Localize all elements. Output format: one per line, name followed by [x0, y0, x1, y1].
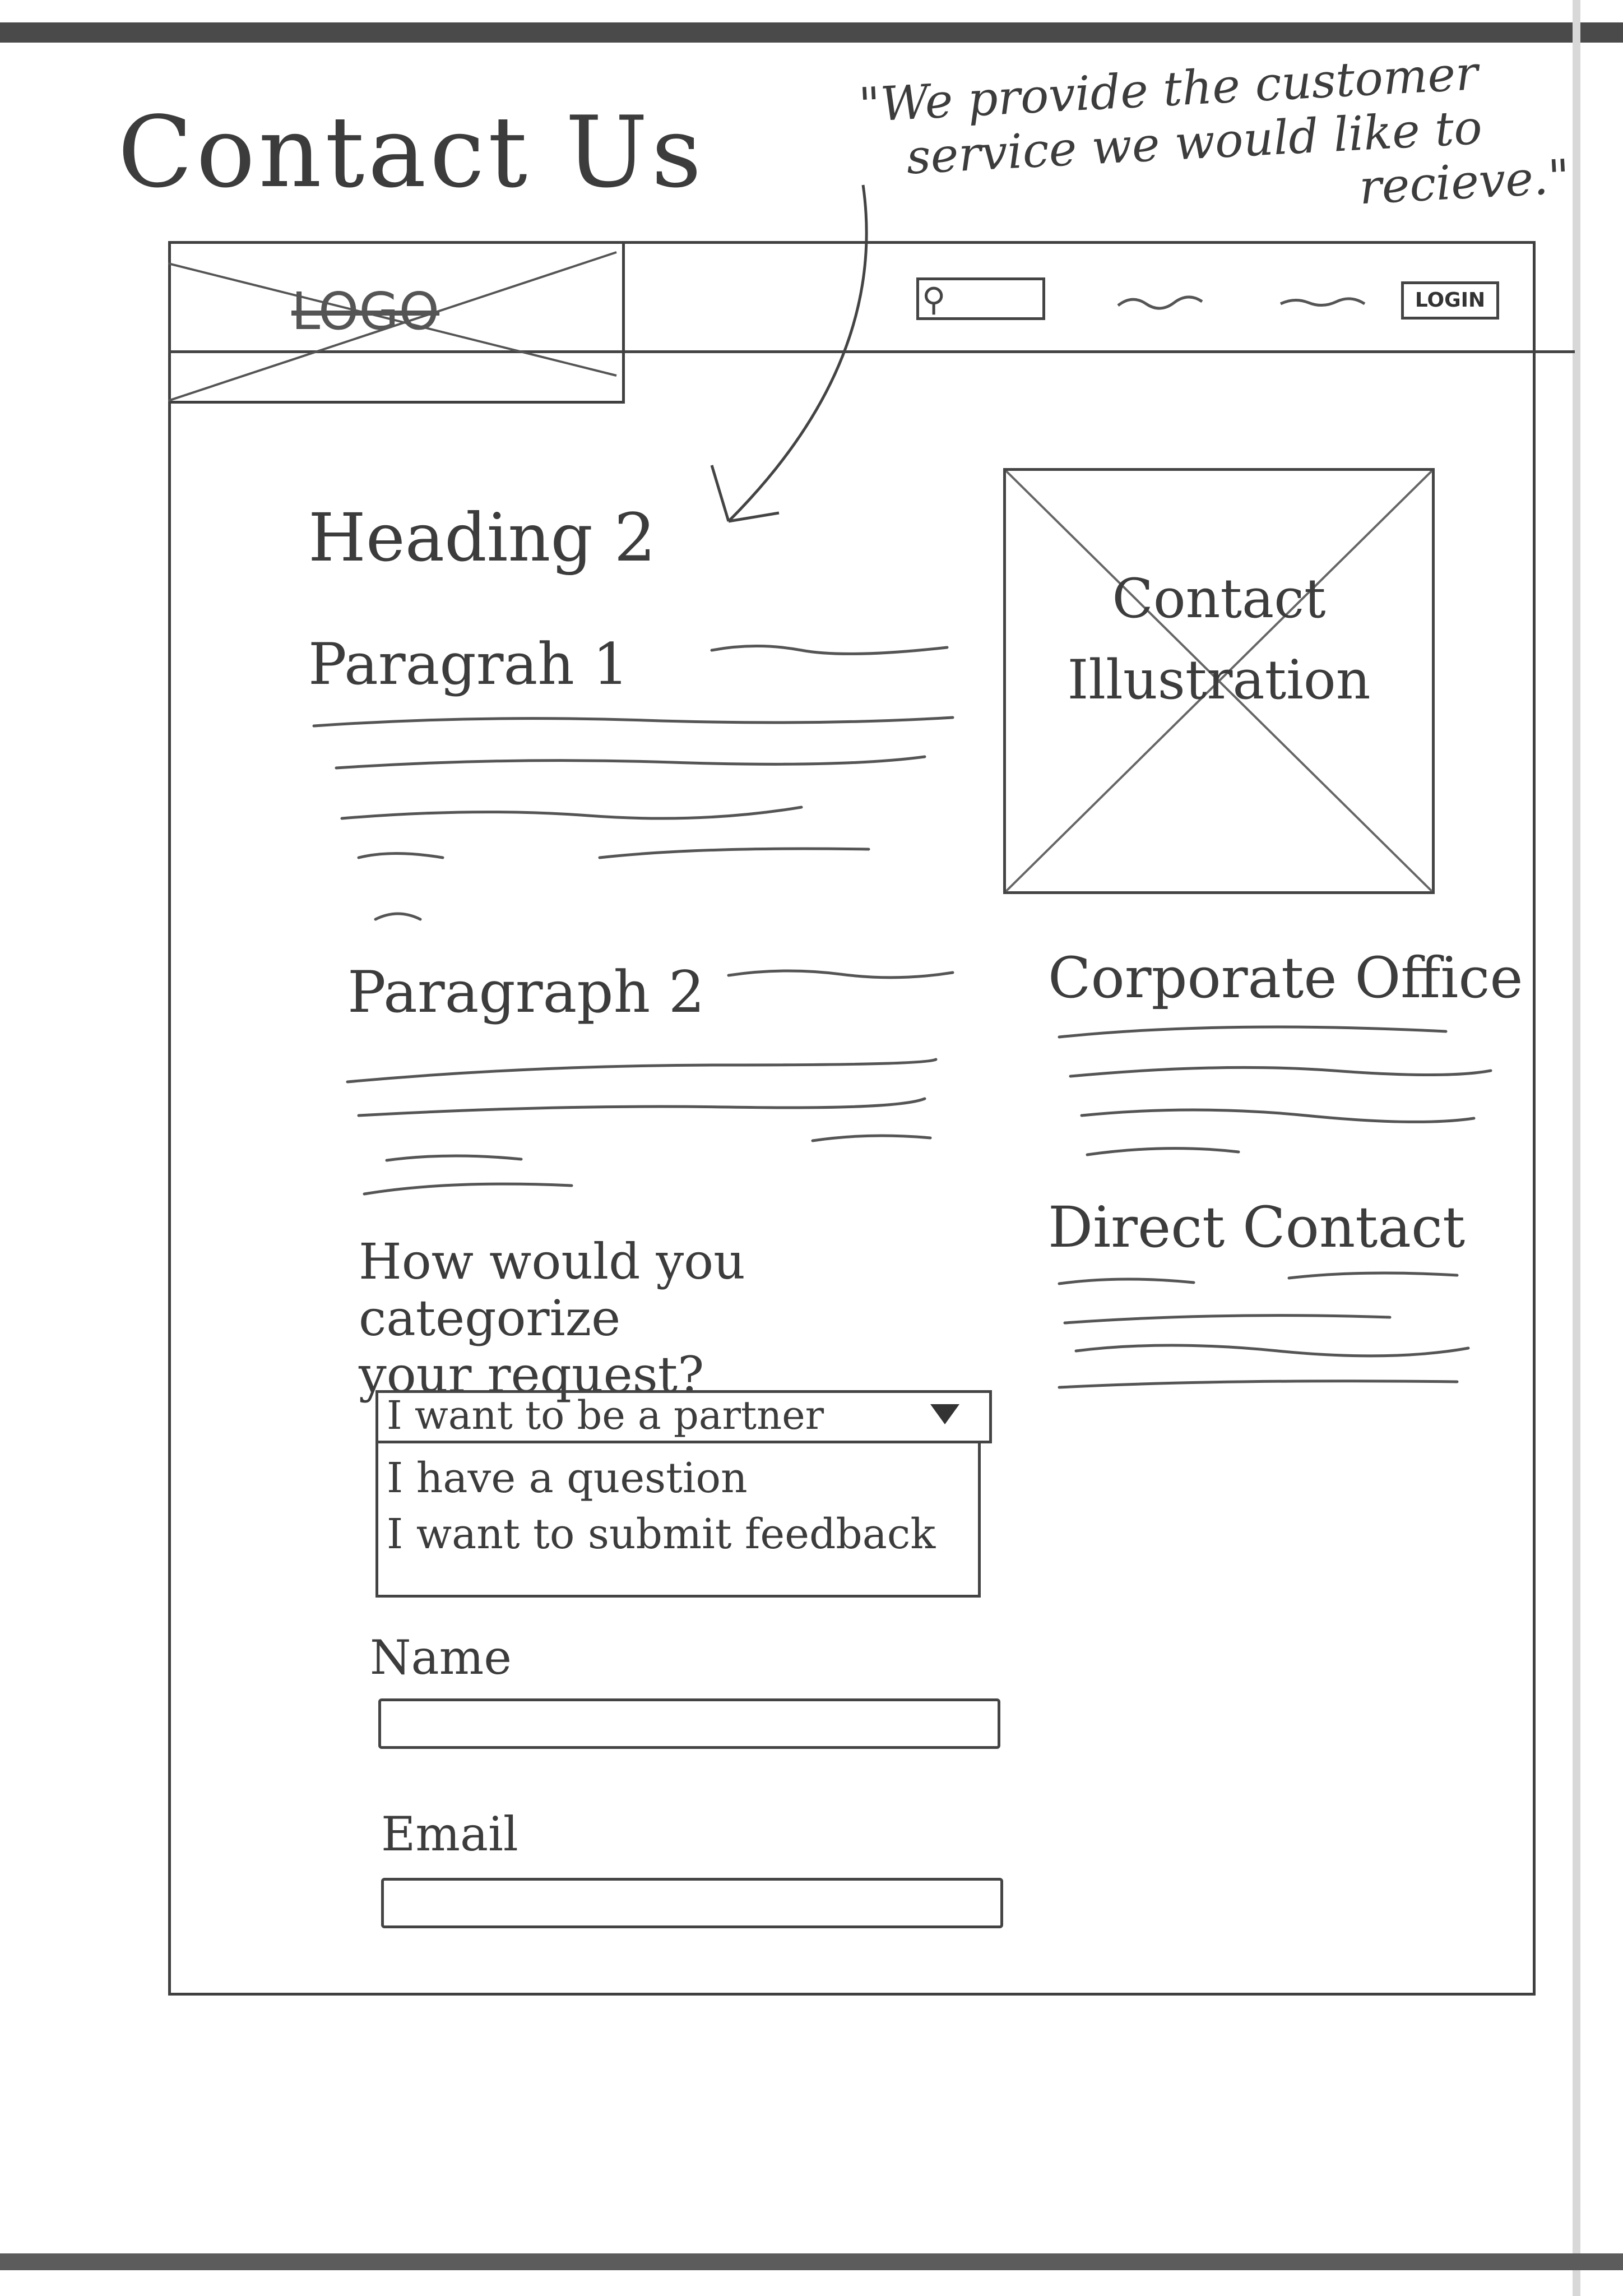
chevron-down-icon[interactable] [930, 1404, 959, 1424]
direct-contact-heading: Direct Contact [1048, 1195, 1466, 1260]
name-field[interactable] [378, 1698, 1000, 1749]
search-icon[interactable]: ⚲ [922, 280, 945, 318]
email-field[interactable] [381, 1878, 1003, 1928]
nav-link[interactable] [1115, 291, 1205, 314]
illustration-label: Illustration [1067, 649, 1371, 711]
login-button[interactable]: LOGIN [1401, 281, 1499, 320]
paper-top-edge [0, 22, 1623, 43]
category-question: How would you categorize your request? [359, 1233, 1020, 1404]
squiggle-icon [1117, 295, 1203, 310]
category-select-value: I want to be a partner [387, 1392, 824, 1438]
paper-bottom-edge [0, 2253, 1623, 2270]
page-title: Contact Us [118, 96, 705, 210]
category-option[interactable]: I want to submit feedback [387, 1513, 935, 1555]
squiggle-icon [1279, 297, 1366, 307]
paper-right-edge [1573, 0, 1580, 2296]
nav-link[interactable] [1278, 291, 1367, 314]
paragraph-1-text [308, 628, 981, 944]
direct-contact-text [1054, 1267, 1502, 1404]
tagline: "We provide the customer service we woul… [857, 41, 1582, 240]
corporate-office-heading: Corporate Office [1048, 945, 1523, 1011]
logo-text: LOGO [291, 281, 440, 341]
category-option[interactable]: I have a question [387, 1457, 748, 1499]
paragraph-2-text [336, 953, 981, 1213]
illustration-label: Contact [1112, 567, 1326, 630]
corporate-office-text [1054, 1020, 1502, 1191]
name-label: Name [370, 1630, 512, 1685]
main-heading: Heading 2 [308, 499, 656, 576]
question-line: How would you categorize [359, 1233, 745, 1348]
email-label: Email [381, 1807, 518, 1862]
